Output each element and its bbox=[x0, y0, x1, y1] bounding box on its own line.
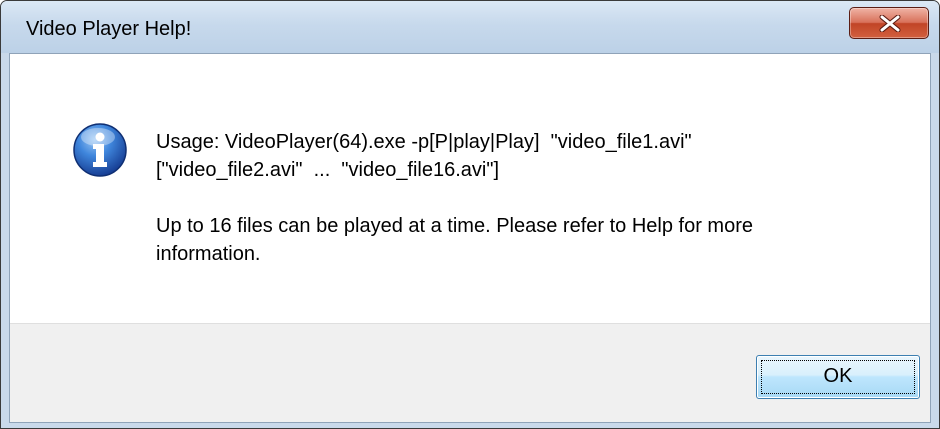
button-bar: OK bbox=[10, 323, 930, 422]
ok-button-label: OK bbox=[823, 365, 853, 387]
dialog-window: Video Player Help! Usage: VideoPlayer(64… bbox=[0, 0, 940, 429]
close-button[interactable] bbox=[849, 7, 929, 39]
usage-line-1: Usage: VideoPlayer(64).exe -p[P|play|Pla… bbox=[156, 131, 692, 153]
usage-line-2: ["video_file2.avi" ... "video_file16.avi… bbox=[156, 159, 500, 181]
message-text: Usage: VideoPlayer(64).exe -p[P|play|Pla… bbox=[156, 128, 896, 268]
information-icon bbox=[73, 123, 127, 177]
dialog-body: Usage: VideoPlayer(64).exe -p[P|play|Pla… bbox=[9, 53, 931, 423]
info-line-1: Up to 16 files can be played at a time. … bbox=[156, 215, 753, 237]
close-x-icon bbox=[879, 15, 901, 32]
title-bar[interactable]: Video Player Help! bbox=[1, 1, 939, 53]
ok-button[interactable]: OK bbox=[756, 355, 920, 399]
info-line-2: information. bbox=[156, 243, 261, 265]
window-title: Video Player Help! bbox=[26, 18, 192, 40]
message-area: Usage: VideoPlayer(64).exe -p[P|play|Pla… bbox=[10, 54, 930, 323]
